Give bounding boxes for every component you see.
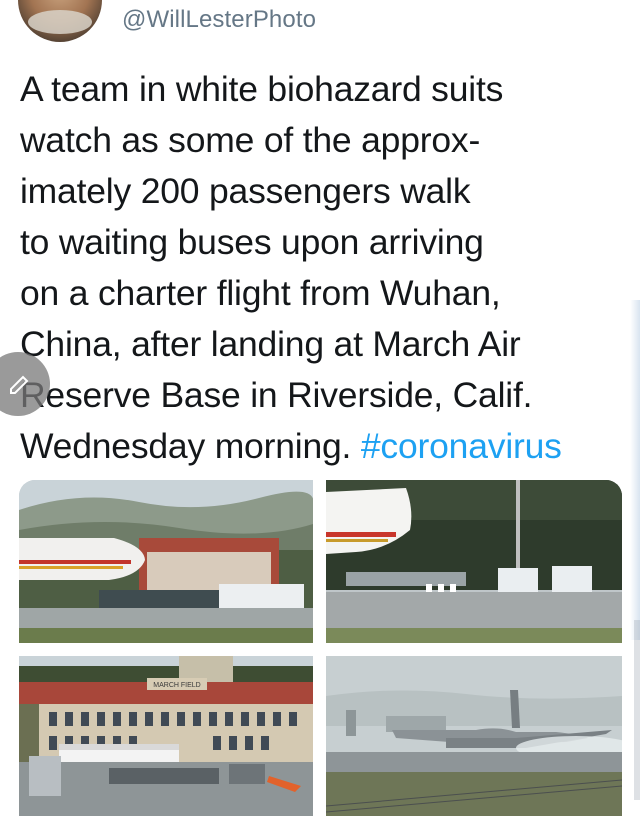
tweet-line: Reserve Base in Riverside, Calif. [20, 375, 533, 415]
tweet-line: watch as some of the approx- [20, 120, 481, 160]
tweet-line-last: Wednesday morning. #coronavirus [20, 421, 632, 472]
scroll-edge [630, 300, 640, 640]
user-handle[interactable]: @WillLesterPhoto [122, 6, 316, 34]
tweet-line: China, after landing at March Air [20, 324, 521, 364]
tweet-line: to waiting buses upon arriving [20, 222, 484, 262]
photo-aircraft-buses[interactable] [19, 480, 313, 643]
tweet-line: imately 200 passengers walk [20, 171, 471, 211]
hashtag-link[interactable]: #coronavirus [361, 426, 562, 466]
pencil-icon [10, 375, 29, 394]
tweet-line: A team in white biohazard suits [20, 69, 504, 109]
media-grid: MARCH FIELD [19, 480, 622, 816]
tweet-line: on a charter flight from Wuhan, [20, 273, 501, 313]
tweet-line-text: Wednesday morning. [20, 426, 361, 466]
tweet-text: A team in white biohazard suits watch as… [20, 64, 632, 472]
photo-jet-landing[interactable] [326, 656, 622, 816]
avatar[interactable] [18, 0, 102, 42]
photo-hangar[interactable]: MARCH FIELD [19, 656, 313, 816]
scrollbar[interactable] [634, 620, 640, 800]
photo-passengers-buses[interactable] [326, 480, 622, 643]
hangar-sign: MARCH FIELD [153, 682, 200, 689]
